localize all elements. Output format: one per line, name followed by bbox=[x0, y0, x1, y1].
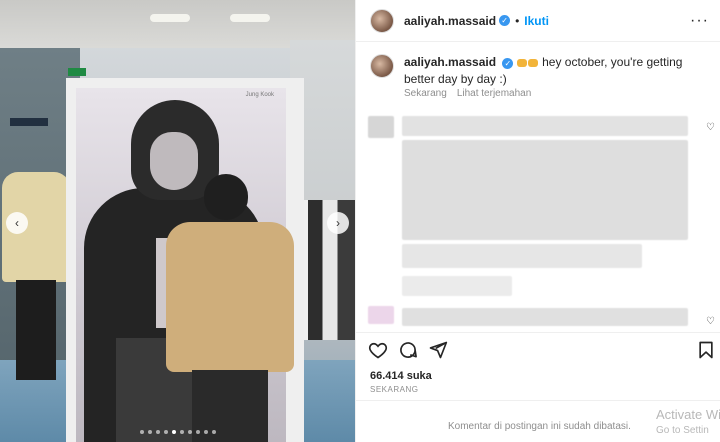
watermark-line2: Go to Settin bbox=[656, 425, 709, 436]
exit-sign bbox=[68, 68, 86, 76]
chevron-right-icon: › bbox=[336, 216, 340, 230]
like-icon[interactable] bbox=[368, 340, 388, 360]
carousel-prev-button[interactable]: ‹ bbox=[6, 212, 28, 234]
like-count[interactable]: 66.414 suka bbox=[370, 370, 432, 382]
comment-blurred bbox=[402, 244, 642, 268]
person-jacket bbox=[166, 222, 294, 372]
poster-label: Jung Kook bbox=[245, 92, 274, 98]
more-options-icon[interactable]: ··· bbox=[690, 12, 709, 30]
carousel-dot bbox=[139, 430, 144, 434]
carousel-next-button[interactable]: › bbox=[327, 212, 349, 234]
comment-blurred bbox=[402, 276, 512, 296]
mannequin-pants bbox=[16, 280, 56, 380]
carousel-dot bbox=[211, 430, 216, 434]
carousel-dot bbox=[163, 430, 168, 434]
carousel-dot bbox=[195, 430, 200, 434]
comment-blurred bbox=[402, 140, 688, 240]
comment-blurred bbox=[402, 308, 688, 326]
carousel-dot bbox=[179, 430, 184, 434]
store-sign bbox=[10, 118, 48, 126]
save-icon[interactable] bbox=[696, 340, 716, 360]
follow-button[interactable]: Ikuti bbox=[524, 14, 549, 28]
header-username[interactable]: aaliyah.massaid bbox=[404, 14, 496, 28]
caption-meta: Sekarang Lihat terjemahan bbox=[404, 88, 531, 99]
carousel-dot bbox=[171, 430, 176, 434]
post-photo: Jung Kook ‹ › bbox=[0, 0, 355, 442]
see-translation-link[interactable]: Lihat terjemahan bbox=[457, 88, 532, 99]
caption-avatar[interactable] bbox=[370, 54, 394, 78]
caption-timestamp: Sekarang bbox=[404, 88, 447, 99]
comment-like-icon[interactable]: ♡ bbox=[706, 122, 715, 133]
viewer-person bbox=[166, 174, 294, 442]
post-date: SEKARANG bbox=[370, 385, 419, 394]
comment-blurred bbox=[402, 116, 688, 136]
comments-footer: Komentar di postingan ini sudah dibatasi… bbox=[356, 400, 720, 442]
caption: aaliyah.massaid ✓ hey october, you're ge… bbox=[370, 54, 710, 88]
person-head bbox=[204, 174, 248, 220]
comment-avatar-blurred bbox=[368, 116, 394, 138]
windows-activation-watermark: Activate Wi Go to Settin bbox=[656, 407, 720, 439]
comment-like-icon[interactable]: ♡ bbox=[706, 316, 715, 327]
emoji-icon bbox=[527, 58, 538, 67]
post-sidebar: aaliyah.massaid ✓ • Ikuti ··· aaliyah.ma… bbox=[355, 0, 720, 442]
ceiling-light bbox=[230, 14, 270, 22]
separator: • bbox=[515, 13, 520, 28]
emoji-icon bbox=[516, 58, 527, 67]
carousel-dot bbox=[203, 430, 208, 434]
chevron-left-icon: ‹ bbox=[15, 216, 19, 230]
comments-disabled-notice: Komentar di postingan ini sudah dibatasi… bbox=[448, 421, 631, 432]
verified-badge-icon: ✓ bbox=[502, 58, 514, 69]
share-icon[interactable] bbox=[428, 340, 448, 360]
caption-username[interactable]: aaliyah.massaid bbox=[404, 55, 496, 69]
post-header: aaliyah.massaid ✓ • Ikuti ··· bbox=[356, 0, 720, 42]
caption-text-wrap: aaliyah.massaid ✓ hey october, you're ge… bbox=[404, 54, 704, 88]
comment-icon[interactable] bbox=[398, 340, 418, 360]
verified-badge-icon: ✓ bbox=[499, 15, 511, 26]
carousel-indicator bbox=[0, 430, 355, 434]
carousel-dot bbox=[187, 430, 192, 434]
post-actions bbox=[356, 332, 720, 366]
comment-avatar-blurred bbox=[368, 306, 394, 324]
carousel-dot bbox=[155, 430, 160, 434]
ceiling-light bbox=[150, 14, 190, 22]
carousel-dot bbox=[147, 430, 152, 434]
watermark-line1: Activate Wi bbox=[656, 407, 720, 422]
avatar[interactable] bbox=[370, 8, 394, 33]
